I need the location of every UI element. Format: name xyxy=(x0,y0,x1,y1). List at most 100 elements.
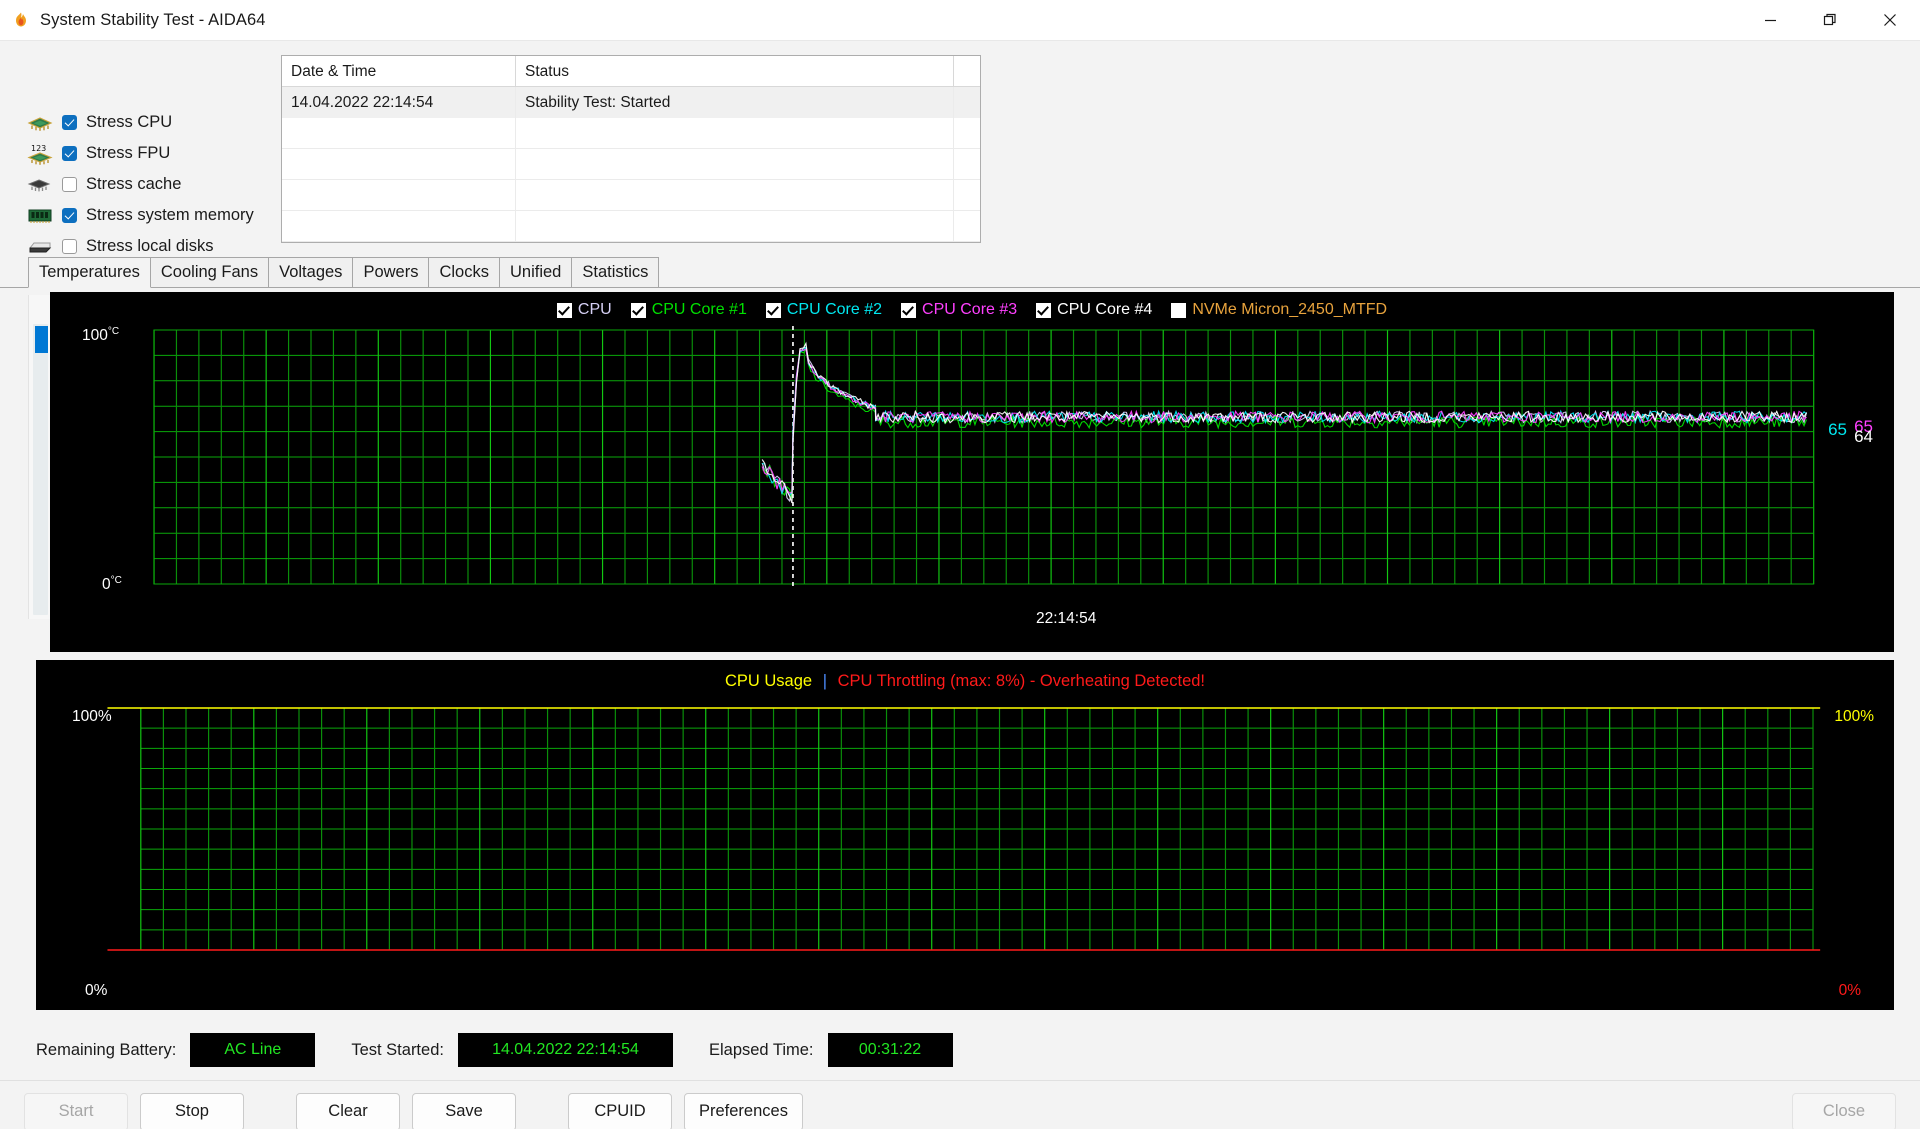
stress-option-label: Stress local disks xyxy=(86,237,214,255)
window-title: System Stability Test - AIDA64 xyxy=(40,10,266,29)
start-button[interactable]: Start xyxy=(24,1092,128,1129)
cell-extra xyxy=(954,211,980,241)
column-header-extra[interactable] xyxy=(954,56,980,87)
cache-chip-icon xyxy=(27,174,53,196)
tab-cooling-fans[interactable]: Cooling Fans xyxy=(149,257,270,287)
cell-status: Stability Test: Started xyxy=(516,87,954,118)
preferences-button[interactable]: Preferences xyxy=(684,1092,803,1129)
table-row[interactable] xyxy=(282,118,980,149)
table-row[interactable] xyxy=(282,180,980,211)
stress-options-list: Stress CPU 123 Stress FPU Stress cache S… xyxy=(0,55,265,286)
top-panel: Stress CPU 123 Stress FPU Stress cache S… xyxy=(0,41,1920,286)
legend-label: CPU Core #3 xyxy=(922,301,1018,318)
stop-button[interactable]: Stop xyxy=(140,1092,244,1129)
stress-option-label: Stress FPU xyxy=(86,144,171,162)
column-header-datetime[interactable]: Date & Time xyxy=(282,56,516,87)
cell-extra xyxy=(954,118,980,148)
button-bar: Start Stop Clear Save CPUID Preferences … xyxy=(0,1080,1920,1129)
memory-module-icon xyxy=(27,205,53,227)
legend-item-core3[interactable]: CPU Core #3 xyxy=(901,301,1017,319)
legend-item-cpu[interactable]: CPU xyxy=(556,301,612,319)
elapsed-time-label: Elapsed Time: xyxy=(708,1040,814,1059)
legend-label: NVMe Micron_2450_MTFD xyxy=(1192,301,1388,318)
fpu-chip-icon: 123 xyxy=(27,143,53,165)
svg-text:123: 123 xyxy=(31,144,46,153)
legend-checkbox[interactable] xyxy=(630,302,646,318)
legend-item-core4[interactable]: CPU Core #4 xyxy=(1036,301,1152,319)
stress-option-memory[interactable]: Stress system memory xyxy=(27,200,265,231)
minimize-button[interactable] xyxy=(1740,0,1800,41)
save-button[interactable]: Save xyxy=(412,1092,516,1129)
legend-checkbox[interactable] xyxy=(765,302,781,318)
legend-label: CPU xyxy=(577,301,612,318)
legend-label: CPU Core #1 xyxy=(651,301,747,318)
window-controls xyxy=(1740,0,1920,41)
cpu-title-separator: | xyxy=(822,672,827,690)
stress-memory-checkbox[interactable] xyxy=(62,208,77,223)
table-row[interactable] xyxy=(282,211,980,242)
stress-disks-checkbox[interactable] xyxy=(62,239,77,254)
stress-option-fpu[interactable]: 123 Stress FPU xyxy=(27,138,265,169)
legend-item-core1[interactable]: CPU Core #1 xyxy=(630,301,747,319)
close-dialog-button[interactable]: Close xyxy=(1792,1092,1896,1129)
legend-item-core2[interactable]: CPU Core #2 xyxy=(765,301,883,319)
test-started-value: 14.04.2022 22:14:54 xyxy=(457,1033,673,1067)
tab-bar: Temperatures Cooling Fans Voltages Power… xyxy=(0,256,1920,288)
stress-cpu-checkbox[interactable] xyxy=(62,115,77,130)
cpu-usage-title: CPU Usage xyxy=(724,672,813,690)
stress-option-cache[interactable]: Stress cache xyxy=(27,169,265,200)
tab-unified[interactable]: Unified xyxy=(498,257,573,287)
cpu-usage-chart[interactable]: CPU Usage | CPU Throttling (max: 8%) - O… xyxy=(36,660,1894,1010)
battery-value: AC Line xyxy=(190,1033,316,1067)
clear-button[interactable]: Clear xyxy=(296,1092,400,1129)
cell-extra xyxy=(954,180,980,210)
tab-statistics[interactable]: Statistics xyxy=(571,257,660,287)
legend-checkbox[interactable] xyxy=(1171,302,1187,318)
cell-datetime xyxy=(282,149,516,179)
cell-status xyxy=(516,211,954,241)
scrollbar-track[interactable] xyxy=(33,324,48,615)
stress-option-cpu[interactable]: Stress CPU xyxy=(27,107,265,138)
elapsed-time-value: 00:31:22 xyxy=(827,1033,953,1067)
cell-datetime xyxy=(282,180,516,210)
legend-checkbox[interactable] xyxy=(901,302,917,318)
scrollbar-thumb[interactable] xyxy=(35,326,48,353)
cpu-usage-title-row: CPU Usage | CPU Throttling (max: 8%) - O… xyxy=(36,672,1894,691)
legend-label: CPU Core #2 xyxy=(786,301,883,318)
stress-fpu-checkbox[interactable] xyxy=(62,146,77,161)
event-log-table[interactable]: Date & Time Status 14.04.2022 22:14:54 S… xyxy=(281,55,981,243)
sensor-list-scrollbar[interactable] xyxy=(28,295,50,619)
tab-powers[interactable]: Powers xyxy=(352,257,430,287)
table-row[interactable] xyxy=(282,149,980,180)
tab-temperatures[interactable]: Temperatures xyxy=(28,257,151,288)
tab-clocks[interactable]: Clocks xyxy=(428,257,500,287)
cell-datetime xyxy=(282,211,516,241)
cell-status xyxy=(516,180,954,210)
cell-datetime xyxy=(282,118,516,148)
cpu-chip-icon xyxy=(27,112,53,134)
table-header-row: Date & Time Status xyxy=(282,56,980,87)
temperature-chart[interactable]: CPU CPU Core #1 CPU Core #2 CPU Core #3 … xyxy=(50,292,1894,652)
legend-checkbox[interactable] xyxy=(1036,302,1052,318)
column-header-status[interactable]: Status xyxy=(516,56,954,87)
charts-container: CPU CPU Core #1 CPU Core #2 CPU Core #3 … xyxy=(0,288,1920,652)
cell-datetime: 14.04.2022 22:14:54 xyxy=(282,87,516,118)
cpuid-button[interactable]: CPUID xyxy=(568,1092,672,1129)
cell-status xyxy=(516,118,954,148)
legend-item-nvme[interactable]: NVMe Micron_2450_MTFD xyxy=(1171,301,1387,319)
stress-option-label: Stress system memory xyxy=(86,206,254,224)
cell-extra xyxy=(954,87,980,118)
cell-extra xyxy=(954,149,980,179)
cpu-usage-plot xyxy=(107,707,1821,951)
legend-label: CPU Core #4 xyxy=(1057,301,1153,318)
maximize-button[interactable] xyxy=(1800,0,1860,41)
stress-option-label: Stress CPU xyxy=(86,113,173,131)
tab-voltages[interactable]: Voltages xyxy=(268,257,354,287)
test-started-label: Test Started: xyxy=(351,1040,444,1059)
battery-label: Remaining Battery: xyxy=(36,1040,177,1059)
stress-cache-checkbox[interactable] xyxy=(62,177,77,192)
cell-status xyxy=(516,149,954,179)
legend-checkbox[interactable] xyxy=(556,302,572,318)
table-row[interactable]: 14.04.2022 22:14:54 Stability Test: Star… xyxy=(282,87,980,118)
close-window-button[interactable] xyxy=(1860,0,1920,41)
